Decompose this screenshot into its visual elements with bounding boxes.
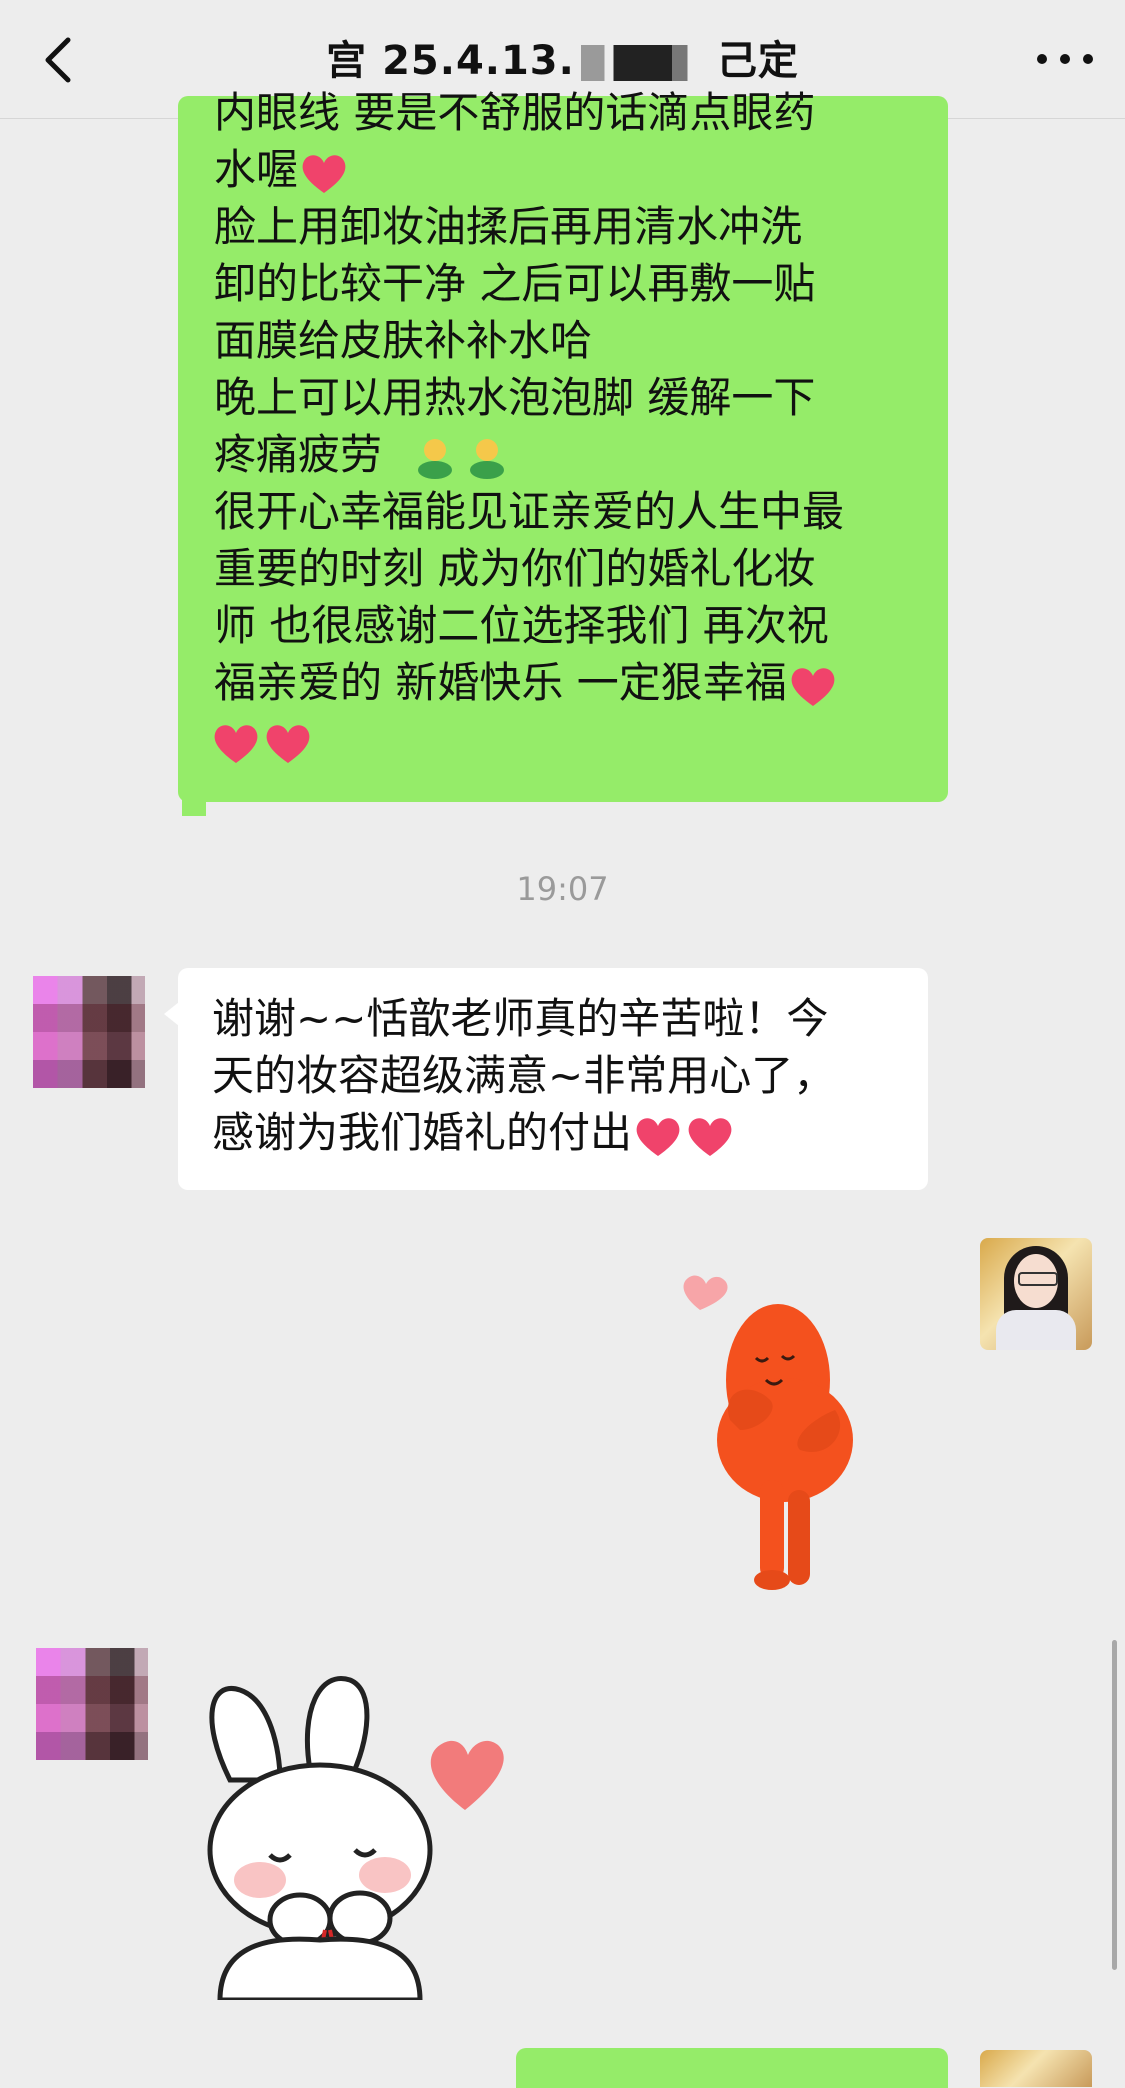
incoming-message-bubble[interactable]: 谢谢~~恬歆老师真的辛苦啦！今 天的妆容超级满意~非常用心了， 感谢为我们婚礼的… (164, 968, 928, 1190)
message-line: 面膜给皮肤补补水哈 (214, 316, 593, 365)
message-text: 疼痛疲劳 (214, 430, 383, 479)
message-line: 晚上可以用热水泡泡脚 缓解一下 (214, 373, 816, 422)
message-line: 感谢为我们婚礼的付出 (212, 1104, 894, 1161)
message-text: 感谢为我们婚礼的付出 (212, 1108, 633, 1157)
my-avatar[interactable] (980, 2050, 1092, 2087)
message-line: 很开心幸福能见证亲爱的人生中最 (214, 487, 845, 536)
message-line: 疼痛疲劳 (214, 426, 912, 483)
chat-title: 宫 25.4.13. 己定 (0, 28, 1125, 86)
message-line: 重要的时刻 成为你们的婚礼化妆 (214, 544, 816, 593)
avatar-glasses (1018, 1272, 1058, 1286)
hug-emoji-icon (463, 436, 511, 480)
bubble-tail (182, 800, 206, 816)
scrollbar[interactable] (1112, 1640, 1117, 1970)
contact-avatar[interactable] (36, 1648, 148, 1760)
hug-emoji-icon (411, 436, 459, 480)
more-dot (1083, 54, 1093, 64)
red-bean-hug-sticker[interactable] (660, 1270, 880, 1600)
heart-emoji-icon (634, 1114, 682, 1158)
message-text: 水喔 (214, 145, 299, 194)
message-line: 师 也很感谢二位选择我们 再次祝 (214, 601, 829, 650)
more-button[interactable] (1037, 44, 1093, 74)
heart-emoji-icon (686, 1114, 734, 1158)
message-timestamp: 19:07 (516, 870, 609, 908)
heart-emoji-icon (789, 664, 837, 708)
my-avatar[interactable] (980, 1238, 1092, 1350)
avatar-body (996, 1310, 1076, 1350)
message-line: 脸上用卸妆油揉后再用清水冲洗 (214, 202, 803, 251)
chat-title-suffix: 己定 (716, 38, 799, 84)
message-line: 福亲爱的 新婚快乐 一定狠幸福 (214, 654, 912, 711)
message-line: 水喔 (214, 141, 912, 198)
message-line (214, 711, 912, 768)
heart-emoji-icon (212, 721, 260, 765)
message-line: 卸的比较干净 之后可以再敷一贴 (214, 259, 816, 308)
outgoing-message-bubble[interactable] (516, 2048, 948, 2088)
bubble-tail (164, 1002, 179, 1026)
heart-emoji-icon (264, 721, 312, 765)
chat-title-prefix: 宫 25.4.13. (326, 38, 575, 84)
redacted-name (580, 45, 711, 81)
outgoing-message-bubble[interactable]: 内眼线 要是不舒服的话滴点眼药 水喔 脸上用卸妆油揉后再用清水冲洗 卸的比较干净… (178, 88, 948, 816)
message-line: 内眼线 要是不舒服的话滴点眼药 (214, 88, 816, 137)
message-line: 谢谢~~恬歆老师真的辛苦啦！今 (212, 994, 829, 1043)
heart-emoji-icon (300, 151, 348, 195)
more-dots-icon (1037, 54, 1047, 64)
bunny-heart-sticker[interactable] (200, 1660, 510, 2000)
message-text: 福亲爱的 新婚快乐 一定狠幸福 (214, 658, 787, 707)
contact-avatar[interactable] (33, 976, 145, 1088)
message-line: 天的妆容超级满意~非常用心了， (212, 1051, 836, 1100)
more-dot (1060, 54, 1070, 64)
